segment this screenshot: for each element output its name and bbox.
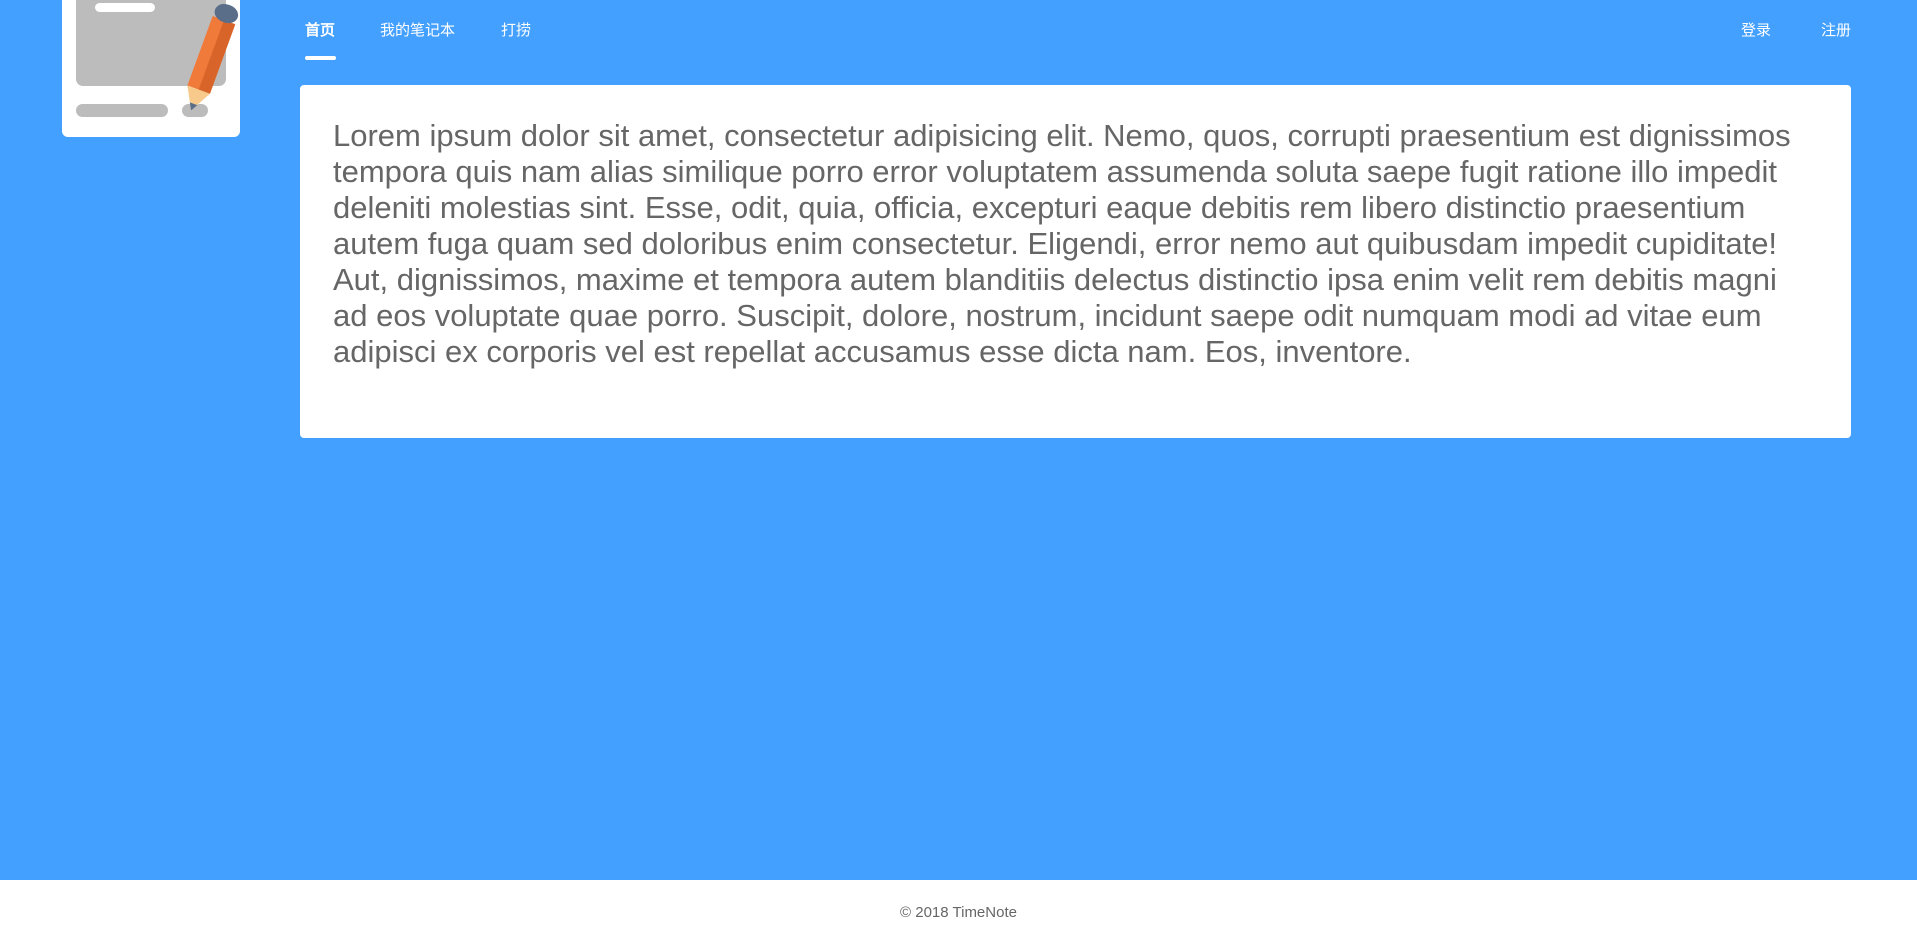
- nav-my-notebooks[interactable]: 我的笔记本: [380, 21, 455, 41]
- copyright-text: © 2018 TimeNote: [900, 904, 1017, 921]
- footer: © 2018 TimeNote: [0, 880, 1917, 943]
- nav-register[interactable]: 注册: [1821, 21, 1851, 41]
- nav-trash[interactable]: 打捞: [501, 21, 531, 41]
- app-background: 首页 我的笔记本 打捞 登录 注册 Lorem ipsum dolor sit …: [0, 0, 1917, 880]
- nav-home[interactable]: 首页: [305, 21, 336, 60]
- content-text: Lorem ipsum dolor sit amet, consectetur …: [333, 118, 1791, 369]
- nav-login[interactable]: 登录: [1741, 21, 1771, 41]
- content-card: Lorem ipsum dolor sit amet, consectetur …: [300, 85, 1851, 438]
- active-tab-indicator: [305, 56, 336, 60]
- top-nav: 首页 我的笔记本 打捞 登录 注册: [0, 0, 1917, 64]
- nav-home-label: 首页: [305, 22, 336, 39]
